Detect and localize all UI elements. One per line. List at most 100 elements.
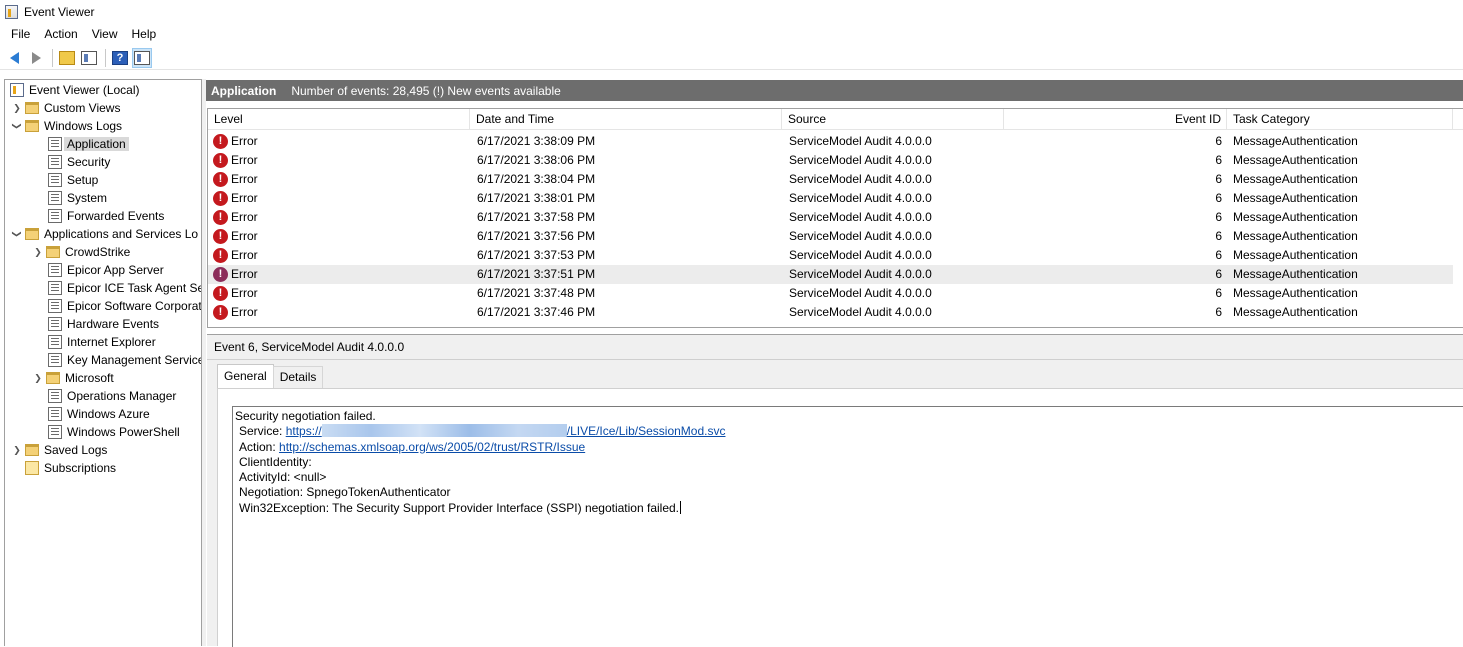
tree-item-setup[interactable]: Setup [48,171,98,189]
tree-item-security[interactable]: Security [48,153,110,171]
tree-item-forwarded-events[interactable]: Forwarded Events [48,207,164,225]
show-hide-action-pane-button[interactable] [132,47,152,68]
chevron-down-icon[interactable]: ❯ [8,229,26,239]
cell-date: 6/17/2021 3:37:51 PM [477,267,596,281]
cell-category: MessageAuthentication [1233,172,1358,186]
service-link-start: https:// [285,424,322,439]
menu-file[interactable]: File [4,27,37,41]
folder-icon [25,120,39,132]
chevron-right-icon[interactable]: ❯ [12,99,22,117]
folder-icon [25,102,39,114]
log-header-bar: Application Number of events: 28,495 (!)… [206,80,1463,101]
tree-item-label: Operations Manager [67,389,177,403]
tree-item-epicor-ice-task-agent[interactable]: Epicor ICE Task Agent Ser [48,279,201,297]
column-header-task-category[interactable]: Task Category [1227,109,1453,130]
forward-button[interactable] [26,48,46,68]
tree-item-label: Windows Logs [44,119,123,133]
folder-icon [25,228,39,240]
table-row[interactable]: ! Error 6/17/2021 3:37:56 PM ServiceModel A… [208,227,1453,246]
service-label: Service: [239,424,283,439]
error-icon: ! [213,248,228,263]
cell-level: Error [231,134,258,148]
table-row[interactable]: ! Error 6/17/2021 3:37:48 PM ServiceModel A… [208,284,1453,303]
tree-item-windows-logs[interactable]: ❯ Windows Logs [12,117,123,135]
service-link-end: /LIVE/Ice/Lib/SessionMod.svc [566,424,726,439]
tree-item-windows-powershell[interactable]: Windows PowerShell [48,423,180,441]
help-button[interactable]: ? [110,48,130,68]
details-tabs: General Details [217,364,324,388]
log-icon [48,155,62,169]
error-icon: ! [213,134,228,149]
cell-event-id: 6 [1215,153,1222,167]
column-header-source[interactable]: Source [782,109,1004,130]
tab-details[interactable]: Details [272,366,324,388]
table-row[interactable]: ! Error 6/17/2021 3:37:46 PM ServiceModel A… [208,303,1453,322]
up-level-button[interactable] [57,48,77,68]
tree-item-epicor-software-corporation[interactable]: Epicor Software Corporat [48,297,202,315]
tree-item-label: Hardware Events [67,317,160,331]
back-button[interactable] [4,48,24,68]
cell-category: MessageAuthentication [1233,210,1358,224]
tree-item-applications-and-services-logs[interactable]: ❯ Applications and Services Lo [12,225,199,243]
tree-item-epicor-app-server[interactable]: Epicor App Server [48,261,164,279]
tree-item-label: Epicor Software Corporat [67,299,202,313]
tree-item-internet-explorer[interactable]: Internet Explorer [48,333,156,351]
column-header-event-id[interactable]: Event ID [1004,109,1227,130]
log-icon [48,335,62,349]
menu-action[interactable]: Action [37,27,84,41]
show-hide-action-pane-icon [134,50,150,65]
table-row[interactable]: ! Error 6/17/2021 3:37:58 PM ServiceModel A… [208,208,1453,227]
menu-help[interactable]: Help [125,27,164,41]
table-row[interactable]: ! Error 6/17/2021 3:37:51 PM ServiceModel A… [208,265,1453,284]
cell-source: ServiceModel Audit 4.0.0.0 [789,248,932,262]
description-service-line: Service: https:// /LIVE/Ice/Lib/SessionMo… [235,424,1463,439]
action-link[interactable]: http://schemas.xmlsoap.org/ws/2005/02/tr… [279,440,585,454]
tree-item-label: System [67,191,108,205]
text-caret [680,500,682,514]
menu-view[interactable]: View [85,27,125,41]
folder-icon [25,444,39,456]
tree-item-crowdstrike[interactable]: ❯ CrowdStrike [33,243,130,261]
cell-source: ServiceModel Audit 4.0.0.0 [789,305,932,319]
chevron-down-icon[interactable]: ❯ [8,121,26,131]
table-row[interactable]: ! Error 6/17/2021 3:37:53 PM ServiceModel A… [208,246,1453,265]
service-link[interactable]: https:// /LIVE/Ice/Lib/SessionMod.svc [285,424,726,439]
tree-item-label: Event Viewer (Local) [29,83,140,97]
show-hide-console-tree-button[interactable] [79,48,99,68]
cell-level: Error [231,153,258,167]
table-row[interactable]: ! Error 6/17/2021 3:38:09 PM ServiceModel A… [208,132,1453,151]
log-icon [48,389,62,403]
error-icon: ! [213,286,228,301]
column-header-level[interactable]: Level [208,109,470,130]
tree-item-hardware-events[interactable]: Hardware Events [48,315,159,333]
cell-category: MessageAuthentication [1233,286,1358,300]
cell-event-id: 6 [1215,191,1222,205]
tree-item-subscriptions[interactable]: Subscriptions [25,459,116,477]
tree-item-operations-manager[interactable]: Operations Manager [48,387,176,405]
tree-item-windows-azure[interactable]: Windows Azure [48,405,150,423]
console-tree[interactable]: Event Viewer (Local) ❯ Custom Views ❯ Wi… [4,79,202,646]
error-icon: ! [213,172,228,187]
table-row[interactable]: ! Error 6/17/2021 3:38:06 PM ServiceModel A… [208,151,1453,170]
tree-item-key-management-service[interactable]: Key Management Service [48,351,201,369]
log-icon [48,263,62,277]
pane-splitter[interactable] [202,79,206,646]
tree-item-application[interactable]: Application [48,135,129,153]
folder-icon [46,246,60,258]
events-table[interactable]: Level Date and Time Source Event ID Task… [207,108,1463,328]
event-description[interactable]: Security negotiation failed. Service: ht… [232,406,1463,647]
table-row[interactable]: ! Error 6/17/2021 3:38:01 PM ServiceModel A… [208,189,1453,208]
tree-item-system[interactable]: System [48,189,107,207]
tab-general[interactable]: General [217,364,274,388]
tree-item-event-viewer-local[interactable]: Event Viewer (Local) [10,81,140,99]
table-row[interactable]: ! Error 6/17/2021 3:38:04 PM ServiceModel A… [208,170,1453,189]
chevron-right-icon[interactable]: ❯ [33,243,43,261]
tree-item-saved-logs[interactable]: ❯ Saved Logs [12,441,107,459]
tree-item-label: Windows Azure [67,407,150,421]
column-header-date-time[interactable]: Date and Time [470,109,782,130]
tree-item-custom-views[interactable]: ❯ Custom Views [12,99,120,117]
chevron-right-icon[interactable]: ❯ [33,369,43,387]
chevron-right-icon[interactable]: ❯ [12,441,22,459]
tree-item-microsoft[interactable]: ❯ Microsoft [33,369,113,387]
subscriptions-icon [25,461,39,475]
